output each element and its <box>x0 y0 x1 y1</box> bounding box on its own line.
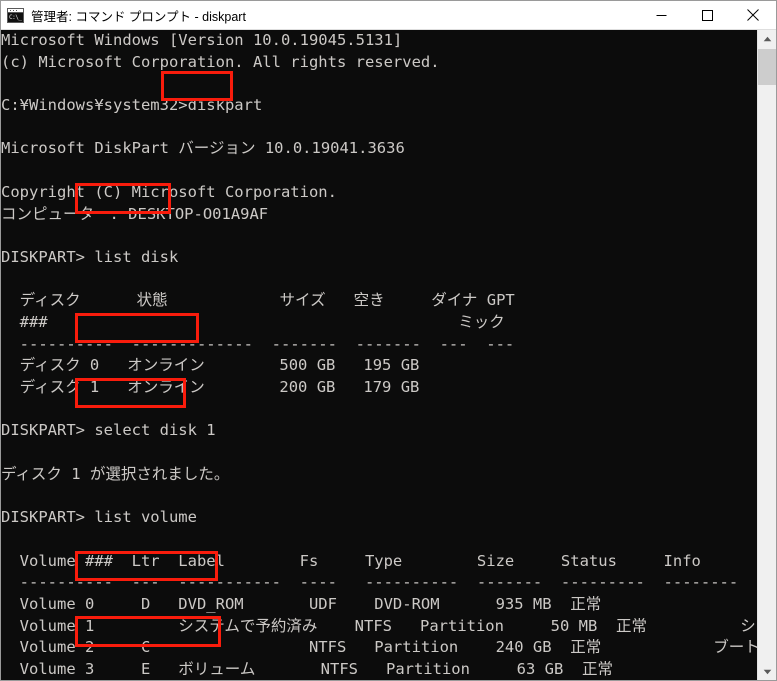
cmd-icon-glyph: C:\_ <box>8 12 23 22</box>
close-button[interactable] <box>730 1 776 29</box>
terminal-line: ---------- ------------- ------- -------… <box>1 334 515 353</box>
terminal-line: Volume 2 C NTFS Partition 240 GB 正常 ブート <box>1 638 757 657</box>
terminal-line: Volume 0 D DVD_ROM UDF DVD-ROM 935 MB 正常 <box>1 594 602 613</box>
scroll-thumb[interactable] <box>758 49 776 85</box>
terminal-line: DISKPART> list disk <box>1 247 179 266</box>
terminal-line: Copyright (C) Microsoft Corporation. <box>1 182 337 201</box>
terminal-line: Volume ### Ltr Label Fs Type Size Status… <box>1 551 701 570</box>
cmd-console-icon: C:\_ <box>7 7 24 23</box>
terminal-line: DISKPART> list volume <box>1 508 197 527</box>
scroll-up-arrow-icon[interactable] <box>758 30 776 48</box>
terminal-line: ディスク 0 オンライン 500 GB 195 GB <box>1 356 420 375</box>
title-bar[interactable]: C:\_ 管理者: コマンド プロンプト - diskpart <box>1 1 776 30</box>
maximize-button[interactable] <box>684 1 730 29</box>
terminal-line: Microsoft DiskPart バージョン 10.0.19041.3636 <box>1 139 405 158</box>
minimize-button[interactable] <box>638 1 684 29</box>
terminal-line: C:¥Windows¥system32>diskpart <box>1 96 263 115</box>
terminal-line: ### ミック <box>1 312 505 331</box>
console-output-area[interactable]: Microsoft Windows [Version 10.0.19045.51… <box>1 30 757 680</box>
terminal-text: Microsoft Windows [Version 10.0.19045.51… <box>1 30 757 680</box>
terminal-line: ---------- --- ----------- ---- --------… <box>1 573 739 592</box>
terminal-line: Volume 1 システムで予約済み NTFS Partition 50 MB … <box>1 616 757 635</box>
terminal-line: Volume 3 E ボリューム NTFS Partition 63 GB 正常 <box>1 659 613 678</box>
terminal-line: コンピューター: DESKTOP-O01A9AF <box>1 204 269 223</box>
window-title: 管理者: コマンド プロンプト - diskpart <box>31 9 246 24</box>
command-prompt-window: C:\_ 管理者: コマンド プロンプト - diskpart Microsof… <box>0 0 777 681</box>
terminal-line: DISKPART> select disk 1 <box>1 421 216 440</box>
terminal-line: (c) Microsoft Corporation. All rights re… <box>1 52 440 71</box>
terminal-line: ディスク 1 が選択されました。 <box>1 464 230 483</box>
terminal-line: ディスク 状態 サイズ 空き ダイナ GPT <box>1 291 515 310</box>
vertical-scrollbar[interactable] <box>757 30 776 680</box>
terminal-line: Microsoft Windows [Version 10.0.19045.51… <box>1 31 403 49</box>
scroll-down-arrow-icon[interactable] <box>758 663 776 680</box>
terminal-line: ディスク 1 オンライン 200 GB 179 GB <box>1 378 420 396</box>
